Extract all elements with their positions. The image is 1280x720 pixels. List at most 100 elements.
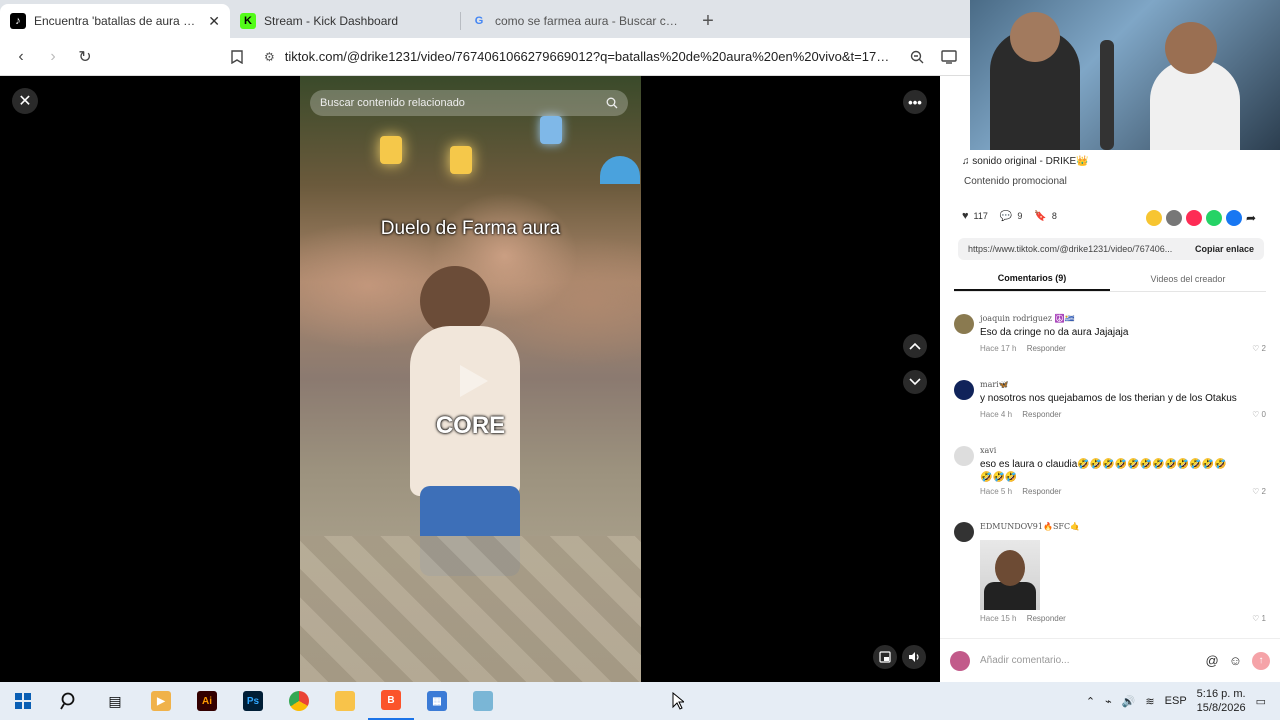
comment-gif-image[interactable] [980,540,1040,610]
whatsapp-icon[interactable] [1206,210,1222,226]
comment-count: 9 [1017,211,1023,221]
back-icon[interactable]: ‹ [8,44,34,70]
comment-like-button[interactable]: ♡ 2 [1252,487,1266,496]
comment-input[interactable]: Añadir comentario... [980,655,1196,666]
like-button[interactable]: ♥ 117 [962,210,988,222]
play-icon[interactable] [452,361,492,401]
taskbar-app[interactable] [322,682,368,720]
comment-meta: Hace 17 h Responder [980,344,1066,353]
chevron-up-icon[interactable]: ⌃ [1086,695,1095,708]
comment-like-button[interactable]: ♡ 0 [1252,410,1266,419]
windows-taskbar: ▤ ▶ Ai Ps B ▦ ⌃ ⌁ 🔊 ≋ ESP 5:16 p. m. 15/… [0,682,1280,720]
coin-icon[interactable] [1146,210,1162,226]
taskbar-app[interactable] [276,682,322,720]
reply-button[interactable]: Responder [1022,487,1061,496]
network-icon[interactable]: ⌁ [1105,695,1112,708]
emoji-icon[interactable]: ☺ [1229,653,1242,668]
save-count: 8 [1051,211,1057,221]
tab-creator-videos[interactable]: Videos del creador [1110,266,1266,291]
save-button[interactable]: 🔖 8 [1034,211,1056,222]
reply-button[interactable]: Responder [1027,614,1066,623]
floating-player-button[interactable] [873,645,897,669]
taskbar-app[interactable]: ▶ [138,682,184,720]
reply-button[interactable]: Responder [1027,344,1066,353]
engagement-stats: ♥ 117 💬 9 🔖 8 [962,210,1057,222]
taskbar-app[interactable]: ▦ [414,682,460,720]
address-bar[interactable]: ⚙ tiktok.com/@drike1231/video/7674061066… [256,43,898,71]
like-count: 117 [973,211,988,221]
app-icon [473,691,493,711]
start-button[interactable] [0,682,46,720]
forward-icon[interactable]: › [40,44,66,70]
panel-tabs: Comentarios (9) Videos del creador [954,266,1266,292]
comment-author[interactable]: joaquin rodriguez ☮️🇺🇾 [980,314,1074,323]
share-buttons: ➦ [1146,210,1262,226]
bookmark-icon[interactable] [224,44,250,70]
comment-like-button[interactable]: ♡ 2 [1252,344,1266,353]
calculator-icon: ▦ [427,691,447,711]
avatar[interactable] [954,314,974,334]
zoom-icon[interactable] [904,44,930,70]
avatar[interactable] [954,380,974,400]
taskbar-app[interactable]: Ps [230,682,276,720]
share-arrow-icon[interactable]: ➦ [1246,210,1262,226]
lantern-decoration [540,116,562,144]
comment-like-count: 2 [1261,487,1266,496]
comment-author[interactable]: mari🦋 [980,380,1009,389]
tab-kick[interactable]: K Stream - Kick Dashboard [230,4,460,38]
lantern-decoration [450,146,472,174]
reply-button[interactable]: Responder [1022,410,1061,419]
pip-icon [879,651,891,663]
search-button[interactable] [46,682,92,720]
comment-button[interactable]: 💬 9 [1000,211,1022,222]
comment-author[interactable]: xavi [980,446,996,455]
webcam-person [1165,22,1217,74]
reload-icon[interactable]: ↻ [72,44,98,70]
volume-icon[interactable]: 🔊 [1122,695,1136,708]
send-icon[interactable]: ↑ [1252,651,1270,670]
next-video-button[interactable] [903,370,927,394]
taskbar-app[interactable]: Ai [184,682,230,720]
clock[interactable]: 5:16 p. m. 15/8/2026 [1197,687,1246,715]
mouse-cursor-icon [672,692,684,710]
tab-comments[interactable]: Comentarios (9) [954,266,1110,291]
task-view-icon: ▤ [108,692,122,709]
comment-like-button[interactable]: ♡ 1 [1252,614,1266,623]
facebook-icon[interactable] [1226,210,1242,226]
volume-button[interactable] [902,645,926,669]
tab-title: Stream - Kick Dashboard [264,14,399,28]
close-tab-icon[interactable]: ✕ [208,13,220,30]
more-options-button[interactable]: ••• [903,90,927,114]
previous-video-button[interactable] [903,334,927,358]
avatar[interactable] [954,446,974,466]
pinterest-icon[interactable] [1186,210,1202,226]
music-label[interactable]: ♫ sonido original - DRIKE👑 [962,156,1089,167]
comment-icon: 💬 [999,210,1013,222]
tab-tiktok[interactable]: ♪ Encuentra 'batallas de aura en vi ✕ [0,4,230,38]
copy-link-button[interactable]: Copiar enlace [1195,244,1254,254]
video-player[interactable]: Buscar contenido relacionado Duelo de Fa… [300,76,641,682]
language-indicator[interactable]: ESP [1165,695,1187,707]
taskbar-app[interactable] [460,682,506,720]
notification-icon[interactable]: ▭ [1256,695,1266,708]
embed-icon[interactable] [1166,210,1182,226]
cast-icon[interactable] [936,44,962,70]
close-video-button[interactable]: ✕ [12,88,38,114]
comment-item: EDMUNDOV91🔥SFC🤙 Hace 15 h Responder ♡ 1 [954,522,1270,632]
wifi-icon[interactable]: ≋ [1145,695,1154,708]
new-tab-button[interactable]: + [691,4,725,38]
taskbar-app[interactable]: B [368,682,414,720]
tab-google[interactable]: G como se farmea aura - Buscar con Go [461,4,691,38]
avatar[interactable] [954,522,974,542]
comment-author[interactable]: EDMUNDOV91🔥SFC🤙 [980,522,1080,531]
site-settings-icon[interactable]: ⚙ [264,50,275,64]
mention-icon[interactable]: @ [1206,653,1219,668]
video-stage: ✕ Buscar contenido relacionado Duelo de … [0,76,940,682]
comment-like-count: 2 [1261,344,1266,353]
task-view-button[interactable]: ▤ [92,682,138,720]
webcam-overlay [970,0,1280,150]
chevron-down-icon [909,378,921,386]
gif-figure [984,582,1036,610]
related-search-input[interactable]: Buscar contenido relacionado [310,90,628,116]
browser-tab-strip: ♪ Encuentra 'batallas de aura en vi ✕ K … [0,0,970,38]
